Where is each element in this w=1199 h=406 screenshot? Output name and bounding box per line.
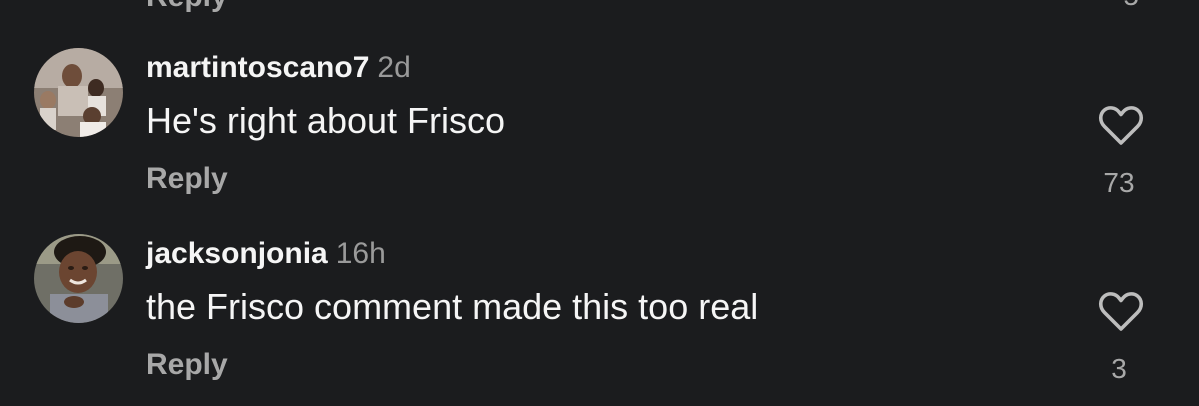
like-count: 5 (1123, 0, 1139, 12)
comment-text: He's right about Frisco (146, 100, 506, 141)
timestamp: 16h (335, 237, 386, 270)
avatar[interactable] (34, 234, 123, 323)
comment-header: martintoscano7 2d (146, 51, 411, 85)
comment-text: the Frisco comment made this too real (146, 286, 759, 327)
like-count: 3 (1111, 353, 1127, 384)
comment-item: jacksonjonia 16h the Frisco comment made … (0, 221, 1199, 406)
reply-button[interactable]: Reply (146, 162, 228, 196)
selfie-avatar-image (34, 234, 123, 323)
like-count: 73 (1103, 167, 1135, 198)
reply-button[interactable]: Reply (146, 0, 228, 14)
username[interactable]: jacksonjonia (146, 237, 328, 270)
username[interactable]: martintoscano7 (146, 51, 369, 84)
heart-outline-icon[interactable] (1098, 291, 1144, 333)
previous-comment-partial: Reply 5 (0, 0, 1199, 13)
reply-button[interactable]: Reply (146, 348, 228, 382)
avatar[interactable] (34, 48, 123, 137)
heart-outline-icon[interactable] (1098, 105, 1144, 147)
timestamp: 2d (377, 51, 411, 84)
family-photo-avatar-image (34, 48, 123, 137)
comment-item: martintoscano7 2d He's right about Frisco… (0, 35, 1199, 220)
comment-header: jacksonjonia 16h (146, 237, 386, 271)
